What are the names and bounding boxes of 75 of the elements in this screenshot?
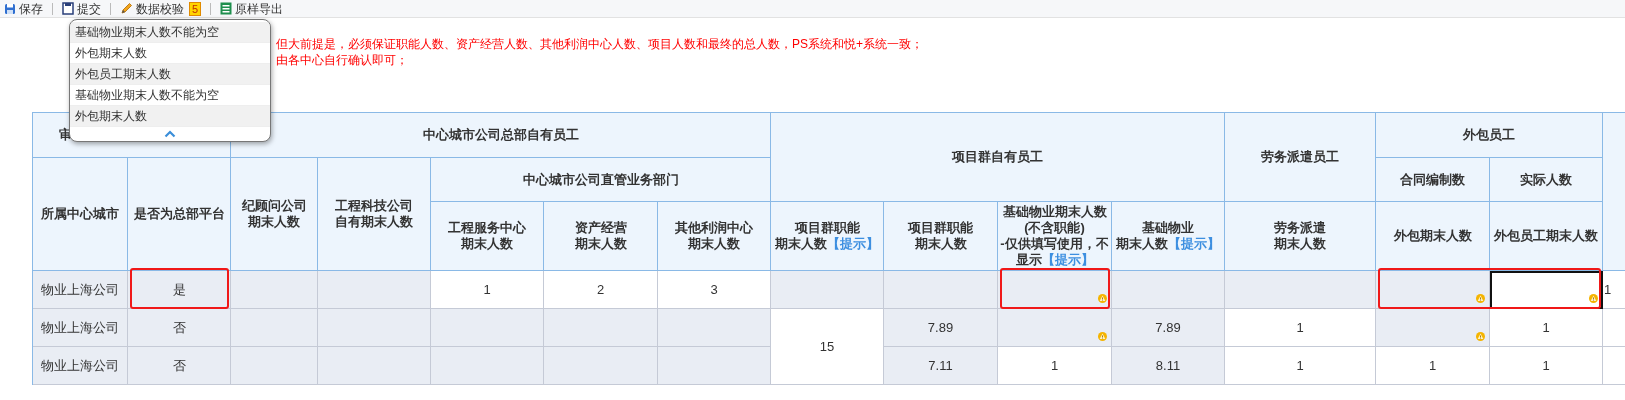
header-label: 是否为总部平台 [133, 206, 225, 222]
table-cell[interactable]: 8.11 [1112, 347, 1225, 385]
table-cell[interactable] [318, 347, 431, 385]
header-label: 外包员工 [1463, 127, 1515, 143]
count-badge: 5 [189, 1, 202, 16]
table-cell[interactable] [544, 347, 658, 385]
validation-item[interactable]: 外包期末人数 [70, 106, 270, 127]
header-label: 项目群职能 期末人数【提示】 [775, 220, 879, 252]
table-cell[interactable] [1490, 271, 1603, 309]
header-label: 项目群职能 期末人数 [908, 220, 973, 252]
validation-item[interactable]: 基础物业期末人数不能为空 [70, 22, 270, 43]
table-cell[interactable]: 7.89 [884, 309, 998, 347]
pencil-icon [120, 2, 133, 15]
table-cell[interactable] [318, 271, 431, 309]
table-cell[interactable]: 7.11 [884, 347, 998, 385]
table-cell[interactable] [431, 309, 544, 347]
table-cell[interactable]: 1 [998, 347, 1112, 385]
notice-text: 但大前提是，必须保证职能人数、资产经营人数、其他利润中心人数、项目人数和最终的总人数，PS系统和悦+系统一致； [276, 36, 924, 52]
header-label: 基础物业 期末人数【提示】 [1116, 220, 1220, 252]
table-cell[interactable]: 2 [544, 271, 658, 309]
header-label: 资产经营 期末人数 [574, 220, 627, 252]
table-cell[interactable]: 物业上海公司 [33, 347, 128, 385]
header-label: 劳务派遣员工 [1261, 149, 1339, 165]
table-cell[interactable]: 物业上海公司 [33, 271, 128, 309]
validation-item[interactable]: 外包期末人数 [70, 43, 270, 64]
header-label: 合同编制数 [1400, 171, 1465, 188]
header-label: 外包期末人数 [1393, 228, 1472, 244]
table-cell[interactable]: 1 [1376, 347, 1490, 385]
table-cell[interactable]: 物业上海公司 [33, 309, 128, 347]
table-cell[interactable] [998, 309, 1112, 347]
table-cell[interactable] [1225, 271, 1376, 309]
toolbar-button[interactable]: 保存 [2, 1, 45, 16]
table-cell[interactable]: 3 [658, 271, 771, 309]
table-cell[interactable]: 1 [1490, 347, 1603, 385]
header-label: 项目群自有员工 [952, 149, 1043, 165]
table-cell[interactable]: 1 [1490, 309, 1603, 347]
notice-text: 由各中心自行确认即可； [276, 52, 409, 68]
table-cell[interactable] [1376, 309, 1490, 347]
header-label: 实际人数 [1520, 171, 1572, 188]
table-cell[interactable] [1376, 271, 1490, 309]
table-cell[interactable] [658, 347, 771, 385]
validation-item[interactable]: 外包员工期末人数 [70, 64, 270, 85]
header-label: 其他利润中心 期末人数 [675, 220, 753, 252]
validation-item[interactable]: 基础物业期末人数不能为空 [70, 85, 270, 106]
header-label: 工程服务中心 期末人数 [448, 220, 526, 252]
table-cell[interactable]: 否 [128, 309, 231, 347]
table-cell[interactable]: 15 [771, 309, 884, 385]
table-cell[interactable] [318, 309, 431, 347]
table-cell[interactable] [884, 271, 998, 309]
header-label: 工程科技公司 自有期末人数 [335, 198, 413, 230]
table-cell[interactable]: 否 [128, 347, 231, 385]
header-label: 基础物业期末人数 (不含职能) -仅供填写使用，不 显示【提示】 [1000, 204, 1109, 268]
header-label: 所属中心城市 [41, 206, 119, 222]
table-cell[interactable]: 1 [1225, 347, 1376, 385]
table-cell[interactable] [231, 347, 318, 385]
header-label: 中心城市公司总部自有员工 [422, 127, 579, 143]
header-label: 外包员工期末人数 [1494, 228, 1598, 244]
header-label: 劳务派遣 期末人数 [1274, 220, 1326, 252]
table-cell[interactable] [544, 309, 658, 347]
table-cell[interactable]: 1 [1225, 309, 1376, 347]
table-cell[interactable]: 是 [128, 271, 231, 309]
table-cell[interactable] [231, 309, 318, 347]
header-label: 纪顾问公司 期末人数 [241, 198, 307, 230]
table-cell[interactable]: 7.89 [1112, 309, 1225, 347]
chevron-up-icon[interactable] [164, 130, 176, 138]
table-cell[interactable] [1112, 271, 1225, 309]
toolbar-button[interactable]: 数据校验 5 [118, 1, 204, 16]
table-cell[interactable] [658, 309, 771, 347]
toolbar-button[interactable]: 提交 [60, 1, 103, 16]
table-cell[interactable] [771, 271, 884, 309]
toolbar-button[interactable]: 原样导出 [218, 1, 286, 16]
header-label: 中心城市公司直管业务部门 [522, 171, 679, 188]
table-cell[interactable] [431, 347, 544, 385]
table-cell[interactable]: 1 [431, 271, 544, 309]
table-cell[interactable] [231, 271, 318, 309]
